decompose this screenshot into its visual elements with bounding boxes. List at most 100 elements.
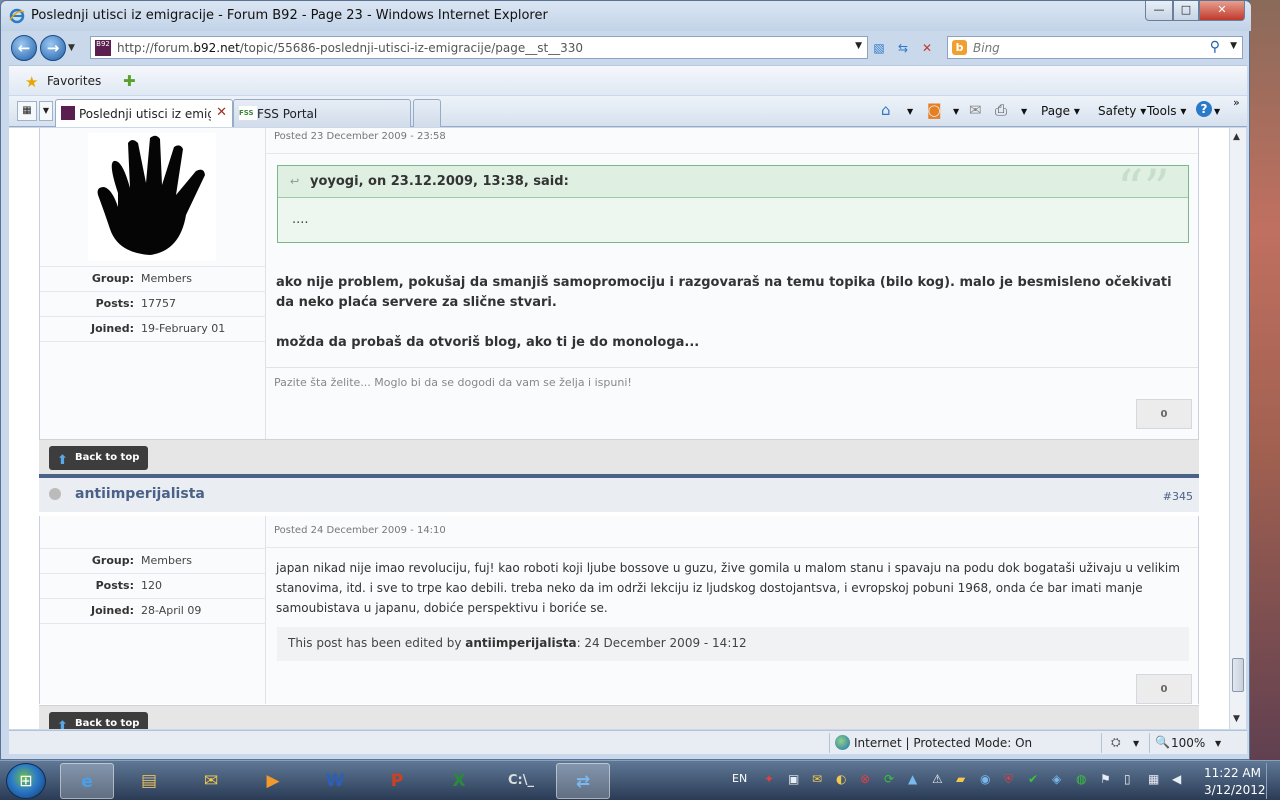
chevron-down-icon[interactable]: ▼ <box>1133 739 1139 748</box>
read-mail-icon[interactable]: ✉ <box>969 101 982 119</box>
tray-app-icon[interactable]: ◐ <box>836 772 846 786</box>
taskbar-powerpoint[interactable]: P <box>370 763 424 799</box>
play-icon: ▶ <box>266 771 280 791</box>
tray-app-icon[interactable]: ▣ <box>788 772 799 786</box>
tray-app-icon[interactable]: ✦ <box>764 772 774 786</box>
taskbar-media-player[interactable]: ▶ <box>246 763 300 799</box>
search-input[interactable]: Bing <box>973 41 1000 55</box>
post-body-paragraph: ako nije problem, pokušaj da smanjiš sam… <box>276 275 1172 310</box>
search-options-dropdown[interactable]: ▼ <box>1230 41 1237 51</box>
address-dropdown[interactable]: ▼ <box>855 41 862 51</box>
compatibility-view-button[interactable]: ▧ <box>869 38 889 58</box>
post-author-link[interactable]: antiimperijalista <box>75 486 205 502</box>
taskbar-remote-app[interactable]: ⇄ <box>556 763 610 799</box>
tray-app-icon[interactable]: ◍ <box>1076 772 1086 786</box>
divider <box>829 733 830 753</box>
refresh-button[interactable]: ⇆ <box>893 38 913 58</box>
tray-shield-icon[interactable]: ⛨ <box>1004 772 1013 787</box>
show-desktop-button[interactable] <box>1266 763 1278 799</box>
window-title: Poslednji utisci iz emigracije - Forum B… <box>31 8 548 23</box>
network-icon[interactable]: ▦ <box>1148 772 1159 786</box>
close-window-button[interactable]: ✕ <box>1199 1 1245 21</box>
chevron-down-icon: ▼ <box>68 43 75 53</box>
minimize-button[interactable]: — <box>1145 1 1173 21</box>
close-tab-icon[interactable]: ✕ <box>216 105 227 120</box>
stop-button[interactable]: ✕ <box>917 38 937 58</box>
zoom-dropdown[interactable]: ▼ <box>1215 739 1221 748</box>
search-icon[interactable]: ⚲ <box>1210 39 1220 55</box>
language-indicator[interactable]: EN <box>732 772 747 785</box>
taskbar-word[interactable]: W <box>308 763 362 799</box>
clock-time[interactable]: 11:22 AM <box>1204 766 1261 780</box>
start-button[interactable]: ⊞ <box>6 763 46 799</box>
taskbar-excel[interactable]: X <box>432 763 486 799</box>
maximize-button[interactable]: □ <box>1173 1 1199 21</box>
tab-fss-portal[interactable]: FSS FSS Portal <box>233 99 411 127</box>
page-menu[interactable]: Page ▾ <box>1041 104 1080 118</box>
quick-tabs-button[interactable]: ▦ <box>17 101 37 121</box>
back-to-top-button[interactable]: ⬆ Back to top <box>49 712 149 729</box>
fss-favicon-icon: FSS <box>239 106 257 120</box>
overflow-chevron-icon[interactable]: » <box>1233 96 1240 109</box>
protected-mode-icon[interactable]: ⛭ <box>1111 735 1121 750</box>
print-dropdown[interactable]: ▼ <box>1021 107 1027 116</box>
scroll-up-arrow-icon[interactable]: ▲ <box>1233 132 1240 142</box>
signature-text: Pazite šta želite... Moglo bi da se dogo… <box>274 376 632 389</box>
volume-icon[interactable]: ◀ <box>1172 772 1181 786</box>
taskbar-internet-explorer[interactable]: e <box>60 763 114 799</box>
clock-date[interactable]: 3/12/2012 <box>1204 783 1266 797</box>
post-number-link[interactable]: #345 <box>1163 490 1193 503</box>
tab-list-dropdown[interactable]: ▼ <box>39 101 53 121</box>
recent-pages-dropdown[interactable]: ▼ <box>68 43 75 53</box>
action-center-flag-icon[interactable]: ⚑ <box>1100 772 1111 786</box>
new-tab-button[interactable] <box>413 99 441 127</box>
tools-menu[interactable]: Tools ▾ <box>1147 104 1186 118</box>
tray-device-icon[interactable]: ▯ <box>1124 772 1131 786</box>
safety-menu[interactable]: Safety ▾ <box>1098 104 1146 118</box>
tray-app-icon[interactable]: ▲ <box>908 772 917 786</box>
ie-logo-icon: e <box>81 772 93 792</box>
tray-app-icon[interactable]: ◉ <box>980 772 990 786</box>
taskbar-outlook[interactable]: ✉ <box>184 763 238 799</box>
taskbar-command-prompt[interactable]: C:\_ <box>494 763 548 799</box>
home-icon[interactable]: ⌂ <box>881 101 891 119</box>
back-to-top-button[interactable]: ⬆ Back to top <box>49 446 149 470</box>
post-body-paragraph: japan nikad nije imao revoluciju, fuj! k… <box>276 561 1180 615</box>
taskbar-explorer[interactable]: ▤ <box>122 763 176 799</box>
vertical-scrollbar[interactable]: ▲ ▼ <box>1229 128 1246 729</box>
tray-app-icon[interactable]: ▰ <box>956 772 965 786</box>
divider <box>40 623 266 624</box>
reputation-counter[interactable]: 0 <box>1136 399 1192 429</box>
rss-feed-icon[interactable]: ◙ <box>927 101 942 119</box>
tray-mail-icon[interactable]: ✉ <box>812 772 822 786</box>
zoom-level[interactable]: 100% <box>1171 736 1205 750</box>
feeds-dropdown[interactable]: ▼ <box>953 107 959 116</box>
windows-logo-icon: ⊞ <box>19 771 33 790</box>
status-bar: Internet | Protected Mode: On ⛭ ▼ 🔍 100%… <box>9 730 1247 754</box>
tray-app-icon[interactable]: ⊗ <box>860 772 870 786</box>
tray-alert-icon[interactable]: ⚠ <box>932 772 943 786</box>
home-dropdown[interactable]: ▼ <box>907 107 913 116</box>
help-dropdown[interactable]: ▼ <box>1214 107 1220 116</box>
print-icon[interactable]: ⎙ <box>995 101 1007 119</box>
arrow-up-icon: ⬆ <box>57 453 68 468</box>
favorites-button[interactable]: Favorites <box>47 74 101 88</box>
security-zone-text[interactable]: Internet | Protected Mode: On <box>854 736 1032 750</box>
reputation-counter[interactable]: 0 <box>1136 674 1192 704</box>
edit-author: antiimperijalista <box>465 636 577 650</box>
help-icon[interactable]: ? <box>1196 101 1212 117</box>
tab-forum[interactable]: Poslednji utisci iz emigr... ✕ <box>55 99 233 127</box>
scroll-down-arrow-icon[interactable]: ▼ <box>1233 714 1240 724</box>
add-to-favorites-icon[interactable]: ✚ <box>123 72 136 90</box>
forward-button[interactable]: → <box>40 35 66 61</box>
address-bar[interactable]: B92 http://forum.b92.net/topic/55686-pos… <box>90 36 868 59</box>
quote-link-icon[interactable]: ↩ <box>290 175 299 188</box>
back-button[interactable]: ← <box>11 35 37 61</box>
site-favicon-icon: B92 <box>95 40 111 56</box>
tray-sync-icon[interactable]: ⟳ <box>884 772 894 786</box>
tray-app-icon[interactable]: ◈ <box>1052 772 1061 786</box>
tray-app-icon[interactable]: ✔ <box>1028 772 1038 786</box>
search-box[interactable]: b Bing ⚲ ▼ <box>947 36 1243 59</box>
browser-window: Poslednji utisci iz emigracije - Forum B… <box>0 0 1251 760</box>
scrollbar-thumb[interactable] <box>1232 658 1244 692</box>
